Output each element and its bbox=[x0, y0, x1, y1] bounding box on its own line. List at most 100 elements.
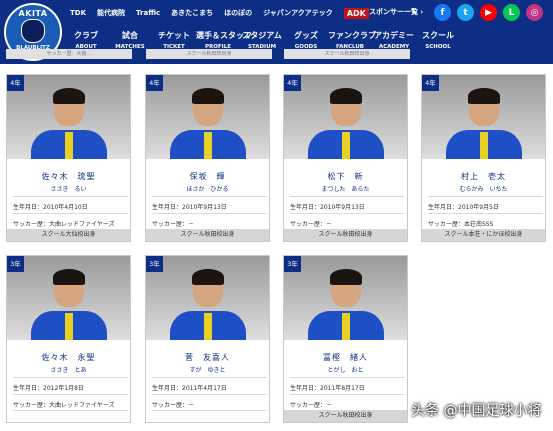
nav-label-jp: スクール bbox=[422, 31, 454, 40]
player-name: 菅 友喜人 bbox=[185, 353, 230, 362]
sponsor-logo[interactable]: TDK bbox=[70, 9, 86, 17]
instagram-icon[interactable]: ◎ bbox=[526, 4, 543, 21]
divider bbox=[290, 394, 405, 395]
nav-item-fanclub[interactable]: ファンクラブ FANCLUB bbox=[328, 30, 376, 50]
grade-badge: 4年 bbox=[284, 75, 301, 91]
grade-badge: 4年 bbox=[422, 75, 439, 91]
player-birthdate: 生年月日：2011年4月17日 bbox=[152, 385, 227, 392]
divider bbox=[152, 394, 267, 395]
player-card[interactable]: 4年 松下 新まつした あらた 生年月日：2010年9月13日 サッカー歴：－ スクール… bbox=[283, 74, 408, 242]
social-links: f t ▶ L ◎ bbox=[434, 4, 543, 21]
nav-item-ticket[interactable]: チケット TICKET bbox=[152, 30, 196, 50]
player-history: サッカー歴：大曲レッドファイヤーズ bbox=[13, 221, 115, 228]
logo-text-top: AKITA bbox=[18, 9, 48, 18]
nav-item-matches[interactable]: 試合 MATCHES bbox=[108, 30, 152, 50]
nav-label-jp: ファンクラブ bbox=[328, 31, 376, 40]
player-name: 佐々木 琉聖 bbox=[41, 172, 96, 181]
nav-label-jp: アカデミー bbox=[374, 31, 414, 40]
nav-item-school[interactable]: スクール SCHOOL bbox=[416, 30, 460, 50]
player-kana: ささき とあ bbox=[50, 367, 87, 374]
divider bbox=[290, 213, 405, 214]
player-card[interactable]: 3年菅 友喜人 すが ゆきと 生年月日：2011年4月17日 サッカー歴：－ bbox=[145, 255, 270, 423]
player-card[interactable]: 3年佐々木 永聖 ささき とあ生年月日：2012年1月8日サッカー歴：大曲レッドフ… bbox=[6, 255, 131, 423]
player-photo: 3年 bbox=[7, 256, 130, 340]
prev-card-strip: スクール秋田校出身 bbox=[146, 49, 272, 59]
player-kana: まつした あらた bbox=[321, 186, 370, 193]
player-hair bbox=[468, 88, 500, 104]
prev-card-strip: サッカー歴：大館… bbox=[6, 49, 132, 59]
player-card[interactable]: 4年 佐々木 琉聖 ささき るい 生年月日：2010年4月10日 サッカー歴：大曲レッド… bbox=[6, 74, 131, 242]
player-history: サッカー歴：大曲レッドファイヤーズ bbox=[13, 402, 115, 409]
nav-item-stadium[interactable]: スタジアム STADIUM bbox=[240, 30, 284, 50]
sponsor-bar: TDK 能代病院 Traffic あきたこまち ほのぼの ジャパンアクアテック … bbox=[70, 0, 369, 26]
sponsor-logo[interactable]: Traffic bbox=[136, 9, 160, 17]
nav-item-goods[interactable]: グッズ GOODS bbox=[284, 30, 328, 50]
player-hair bbox=[53, 269, 85, 285]
twitter-icon[interactable]: t bbox=[457, 4, 474, 21]
player-birthdate: 生年月日：2012年1月8日 bbox=[13, 385, 84, 392]
prev-card-strip: スクール秋田校出身 bbox=[284, 49, 410, 59]
player-history: サッカー歴：－ bbox=[290, 402, 333, 409]
sponsor-list-link[interactable]: スポンサー一覧 › bbox=[369, 7, 423, 17]
nav-item-about[interactable]: クラブ ABOUT bbox=[64, 30, 108, 50]
player-hair bbox=[192, 88, 224, 104]
sponsor-logo[interactable]: ほのぼの bbox=[224, 8, 252, 18]
player-birthdate: 生年月日：2010年4月10日 bbox=[13, 204, 88, 211]
player-birthdate: 生年月日：2010年9月5日 bbox=[428, 204, 499, 211]
player-shirt bbox=[446, 130, 522, 159]
main-nav: クラブ ABOUT 試合 MATCHES チケット TICKET 選手＆スタッフ PROFIL… bbox=[64, 30, 460, 50]
player-birthdate: 生年月日：2011年8月17日 bbox=[290, 385, 365, 392]
nav-item-profile[interactable]: 選手＆スタッフ PROFILE bbox=[196, 30, 252, 50]
player-photo: 4年 bbox=[146, 75, 269, 159]
player-shirt bbox=[31, 130, 107, 159]
sponsor-logo[interactable]: ADK bbox=[343, 7, 369, 19]
school-origin: スクール本荘・にかほ校出身 bbox=[422, 229, 545, 241]
player-shirt bbox=[170, 130, 246, 159]
divider bbox=[13, 394, 128, 395]
player-card[interactable]: 3年 冨樫 緒人 とがし おと 生年月日：2011年8月17日 サッカー歴：－ スクール秋… bbox=[283, 255, 408, 423]
facebook-icon[interactable]: f bbox=[434, 4, 451, 21]
divider bbox=[152, 410, 267, 411]
grade-badge: 3年 bbox=[284, 256, 301, 272]
player-shirt bbox=[170, 311, 246, 340]
sponsor-logo[interactable]: あきたこまち bbox=[171, 8, 213, 18]
divider bbox=[152, 377, 267, 378]
nav-label-jp: クラブ bbox=[74, 31, 98, 40]
divider bbox=[13, 410, 128, 411]
divider bbox=[290, 196, 405, 197]
player-photo: 4年 bbox=[284, 75, 407, 159]
school-origin: スクール大仙校出身 bbox=[7, 229, 130, 241]
school-origin: スクール秋田校出身 bbox=[146, 229, 269, 241]
player-card[interactable]: 4年 保坂 輝ほさか ひかる 生年月日：2010年9月13日 サッカー歴：－ スクール秋… bbox=[145, 74, 270, 242]
player-history: サッカー歴：本荘南SSS bbox=[428, 221, 494, 228]
divider bbox=[428, 196, 543, 197]
player-history: サッカー歴：－ bbox=[152, 402, 195, 409]
player-photo: 3年 bbox=[284, 256, 407, 340]
divider bbox=[290, 377, 405, 378]
nav-item-academy[interactable]: アカデミー ACADEMY bbox=[372, 30, 416, 50]
divider bbox=[428, 213, 543, 214]
player-kana: とがし おと bbox=[327, 367, 364, 374]
player-name: 保坂 輝 bbox=[189, 172, 226, 181]
player-shirt bbox=[308, 311, 384, 340]
sponsor-logo[interactable]: 能代病院 bbox=[97, 8, 125, 18]
divider bbox=[13, 377, 128, 378]
player-kana: むらかみ いちた bbox=[459, 186, 508, 193]
player-name: 村上 壱太 bbox=[461, 172, 506, 181]
sponsor-logo[interactable]: ジャパンアクアテック bbox=[263, 8, 333, 18]
player-card[interactable]: 4年村上 壱太むらかみ いちた生年月日：2010年9月5日 サッカー歴：本荘南SS… bbox=[421, 74, 546, 242]
nav-label-jp: チケット bbox=[158, 31, 190, 40]
divider bbox=[13, 196, 128, 197]
grade-badge: 4年 bbox=[7, 75, 24, 91]
player-name: 佐々木 永聖 bbox=[41, 353, 96, 362]
divider bbox=[13, 213, 128, 214]
player-kana: ほさか ひかる bbox=[186, 186, 229, 193]
nav-label-jp: 試合 bbox=[122, 31, 138, 40]
grade-badge: 3年 bbox=[7, 256, 24, 272]
grade-badge: 4年 bbox=[146, 75, 163, 91]
player-birthdate: 生年月日：2010年9月13日 bbox=[290, 204, 365, 211]
youtube-icon[interactable]: ▶ bbox=[480, 4, 497, 21]
player-birthdate: 生年月日：2010年9月13日 bbox=[152, 204, 227, 211]
divider bbox=[152, 196, 267, 197]
line-icon[interactable]: L bbox=[503, 4, 520, 21]
